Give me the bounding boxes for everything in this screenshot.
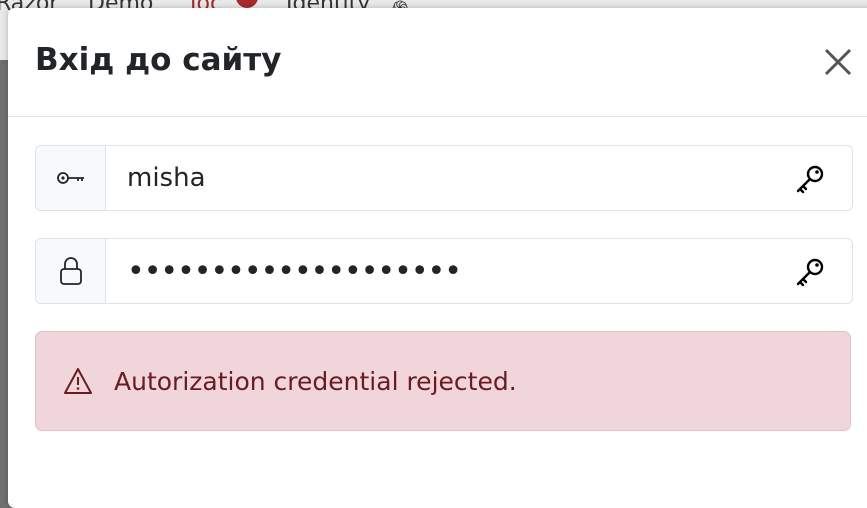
username-addon [36, 146, 106, 210]
password-field[interactable]: •••••••••••••••••••• [106, 239, 852, 303]
modal-header: Вхід до сайту [8, 8, 867, 117]
username-input-group: misha [35, 145, 853, 211]
key-icon[interactable] [794, 256, 826, 288]
password-input-group: •••••••••••••••••••• [35, 238, 853, 304]
warning-icon [64, 368, 92, 394]
close-button[interactable] [818, 42, 858, 82]
modal-title: Вхід до сайту [35, 42, 282, 78]
password-value: •••••••••••••••••••• [127, 253, 462, 289]
lock-icon [59, 257, 82, 285]
close-icon [824, 48, 852, 76]
username-field[interactable]: misha [106, 146, 852, 210]
ioc-icon [236, 0, 258, 8]
key-icon[interactable] [794, 163, 826, 195]
login-modal: Вхід до сайту misha ••••••••••••••••••••… [8, 8, 867, 508]
alert-message: Autorization credential rejected. [114, 366, 517, 396]
key-icon [56, 172, 84, 184]
password-addon [36, 239, 106, 303]
error-alert: Autorization credential rejected. [35, 331, 851, 431]
username-value: misha [127, 163, 206, 193]
